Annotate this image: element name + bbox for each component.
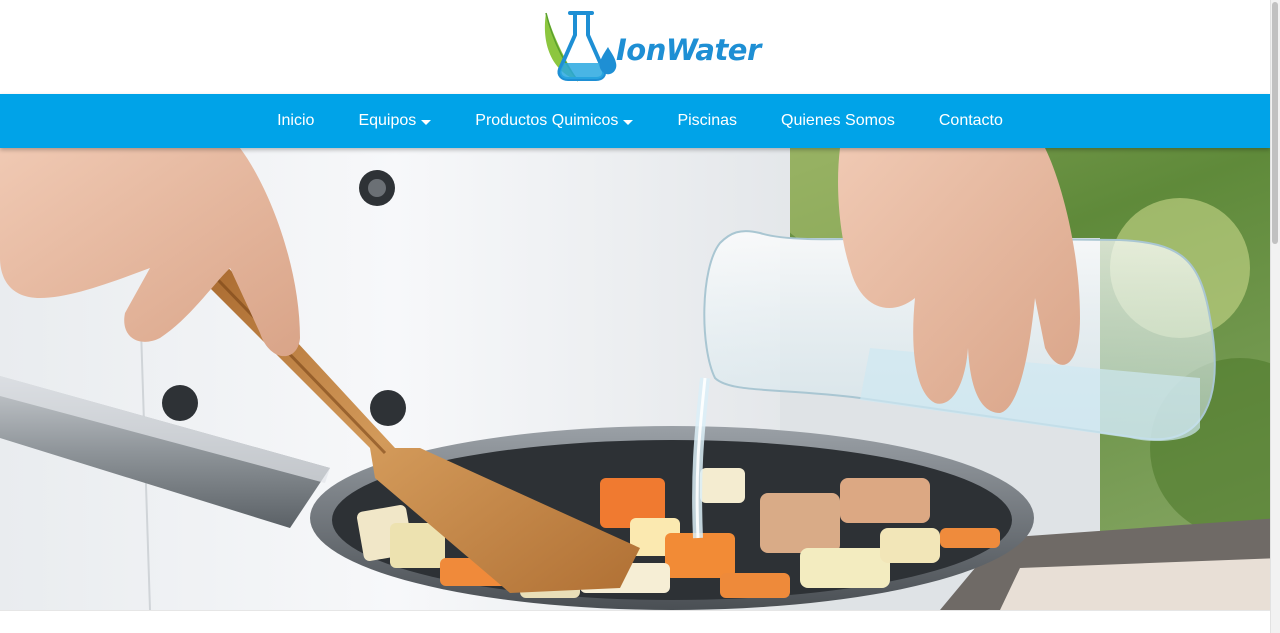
nav-item-piscinas[interactable]: Piscinas xyxy=(655,94,759,148)
nav-item-label: Equipos xyxy=(358,112,417,129)
flask-leaf-drop-logo-icon xyxy=(544,11,617,82)
nav-item-productos-quimicos[interactable]: Productos Quimicos xyxy=(453,94,655,148)
nav-item-label: Inicio xyxy=(277,112,315,129)
hero-illustration xyxy=(0,148,1280,610)
nav-item-label: Quienes Somos xyxy=(781,112,895,129)
nav-item-equipos[interactable]: Equipos xyxy=(336,94,453,148)
nav-item-contacto[interactable]: Contacto xyxy=(917,94,1025,148)
brand-logo[interactable]: IonWater xyxy=(540,8,761,86)
page-scrollbar[interactable] xyxy=(1270,0,1280,633)
caret-down-icon xyxy=(623,119,634,125)
nav-item-label: Contacto xyxy=(938,112,1003,129)
brand-name: IonWater xyxy=(616,33,761,67)
nav-item-inicio[interactable]: Inicio xyxy=(255,94,336,148)
nav-item-label: Productos Quimicos xyxy=(475,112,619,129)
nav-item-label: Piscinas xyxy=(677,112,738,129)
content-area xyxy=(0,610,1270,633)
hero-image xyxy=(0,148,1280,610)
site-header: IonWater xyxy=(0,0,1270,94)
nav-list: Inicio Equipos Productos Quimicos Piscin… xyxy=(0,94,1270,148)
nav-item-quienes-somos[interactable]: Quienes Somos xyxy=(759,94,917,148)
scrollbar-thumb[interactable] xyxy=(1272,2,1278,244)
main-navbar: Inicio Equipos Productos Quimicos Piscin… xyxy=(0,94,1270,148)
page: IonWater Inicio Equipos Productos Quimic… xyxy=(0,0,1280,633)
caret-down-icon xyxy=(421,119,432,125)
